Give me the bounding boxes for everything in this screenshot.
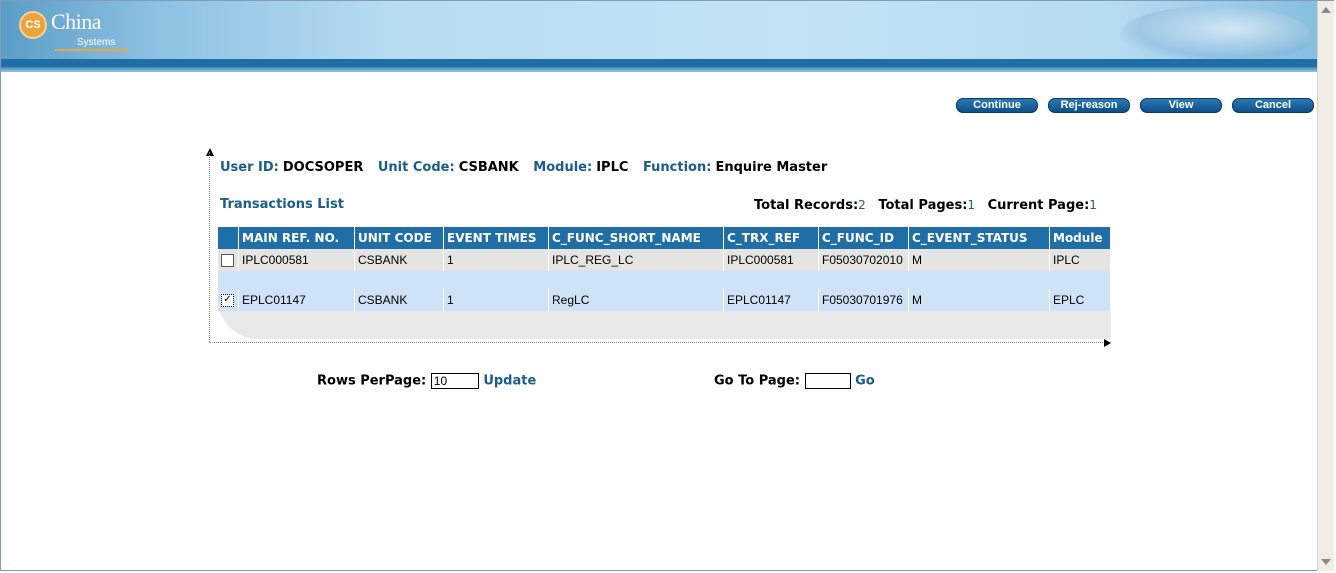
table-cell: IPLC000581 bbox=[238, 249, 355, 271]
row-checkbox[interactable] bbox=[221, 254, 234, 268]
user-id-value: DOCSOPER bbox=[282, 160, 364, 175]
spacer-cell bbox=[218, 271, 1111, 289]
table-row[interactable]: IPLC000581 CSBANK 1 IPLC_REG_LC IPLC0005… bbox=[218, 249, 1111, 271]
current-page-value: 1 bbox=[1089, 198, 1097, 212]
logo-sub: Systems bbox=[77, 37, 116, 48]
scroll-up-icon[interactable] bbox=[1321, 7, 1331, 13]
logo-name: China bbox=[51, 9, 102, 34]
total-pages-value: 1 bbox=[967, 198, 976, 212]
table-cell: M bbox=[908, 289, 1050, 311]
table-cell: IPLC bbox=[1049, 249, 1111, 271]
user-id-label: User ID: bbox=[220, 160, 279, 175]
column-header[interactable]: C_EVENT_STATUS bbox=[908, 227, 1050, 249]
logo-underline bbox=[55, 49, 129, 51]
column-header[interactable]: EVENT TIMES bbox=[443, 227, 549, 249]
go-to-page-label: Go To Page: bbox=[714, 373, 800, 389]
rows-per-page-label: Rows PerPage: bbox=[317, 373, 427, 389]
table-cell: EPLC bbox=[1049, 289, 1111, 311]
go-to-page-input[interactable] bbox=[804, 373, 851, 389]
rows-per-page-input[interactable] bbox=[430, 373, 479, 389]
transactions-list-title: Transactions List bbox=[220, 197, 344, 212]
table-cell: EPLC01147 bbox=[723, 289, 819, 311]
dotted-frame-bottom bbox=[209, 342, 1109, 343]
table-cell: F05030701976 bbox=[818, 289, 909, 311]
table-cell: RegLC bbox=[548, 289, 724, 311]
module-value: IPLC bbox=[596, 160, 629, 175]
row-checkbox-cell: ✓ bbox=[218, 289, 239, 311]
rows-per-page: Rows PerPage: Update bbox=[317, 373, 536, 389]
table-row[interactable]: ✓ EPLC01147 CSBANK 1 RegLC EPLC01147 F05… bbox=[218, 289, 1111, 311]
column-header[interactable]: Module bbox=[1049, 227, 1111, 249]
table-cell: F05030702010 bbox=[818, 249, 909, 271]
table-header-row: MAIN REF. NO. UNIT CODE EVENT TIMES C_FU… bbox=[218, 227, 1111, 249]
csi-watermark-icon bbox=[1120, 6, 1310, 62]
table-cell: IPLC000581 bbox=[723, 249, 819, 271]
view-button[interactable]: View bbox=[1140, 98, 1222, 113]
function-value: Enquire Master bbox=[715, 160, 828, 175]
table-spacer-row bbox=[218, 271, 1111, 289]
column-header[interactable]: C_FUNC_ID bbox=[818, 227, 909, 249]
table-cell: 1 bbox=[443, 289, 549, 311]
row-checkbox-cell bbox=[218, 249, 239, 271]
select-column-header bbox=[218, 227, 239, 249]
header-stripe-fade bbox=[1, 67, 1317, 72]
cancel-button[interactable]: Cancel bbox=[1232, 98, 1314, 113]
table-cell: M bbox=[908, 249, 1050, 271]
transactions-table: MAIN REF. NO. UNIT CODE EVENT TIMES C_FU… bbox=[218, 227, 1111, 311]
context-info: User ID: DOCSOPER Unit Code: CSBANK Module… bbox=[220, 160, 837, 175]
go-link[interactable]: Go bbox=[855, 374, 875, 389]
unit-code-value: CSBANK bbox=[458, 160, 519, 175]
current-page-label: Current Page: bbox=[987, 198, 1090, 213]
module-label: Module: bbox=[533, 160, 593, 175]
column-header[interactable]: MAIN REF. NO. bbox=[238, 227, 355, 249]
total-records-label: Total Records: bbox=[754, 198, 859, 213]
list-totals: Total Records:2 Total Pages:1 Current Pa… bbox=[754, 198, 1105, 213]
axis-right-arrow-icon bbox=[1104, 339, 1111, 347]
vertical-scrollbar[interactable] bbox=[1317, 1, 1334, 571]
total-pages-label: Total Pages: bbox=[878, 198, 968, 213]
cs-badge-icon: CS bbox=[19, 11, 47, 39]
go-to-page: Go To Page: Go bbox=[714, 373, 875, 389]
table-cell: IPLC_REG_LC bbox=[548, 249, 724, 271]
total-records-value: 2 bbox=[858, 198, 866, 212]
header-stripe bbox=[1, 59, 1317, 67]
table-cell: CSBANK bbox=[354, 249, 444, 271]
rej-reason-button[interactable]: Rej-reason bbox=[1048, 98, 1130, 113]
dotted-frame-left bbox=[209, 152, 210, 342]
transactions-table-area: MAIN REF. NO. UNIT CODE EVENT TIMES C_FU… bbox=[218, 227, 1111, 339]
column-header[interactable]: UNIT CODE bbox=[354, 227, 444, 249]
table-cell: EPLC01147 bbox=[238, 289, 355, 311]
row-checkbox-checked[interactable]: ✓ bbox=[221, 294, 234, 308]
table-cell: CSBANK bbox=[354, 289, 444, 311]
table-cell: 1 bbox=[443, 249, 549, 271]
update-link[interactable]: Update bbox=[483, 374, 536, 389]
function-label: Function: bbox=[642, 160, 712, 175]
axis-up-arrow-icon bbox=[206, 148, 214, 156]
column-header[interactable]: C_TRX_REF bbox=[723, 227, 819, 249]
column-header[interactable]: C_FUNC_SHORT_NAME bbox=[548, 227, 724, 249]
continue-button[interactable]: Continue bbox=[956, 98, 1038, 113]
unit-code-label: Unit Code: bbox=[377, 160, 455, 175]
scroll-down-icon[interactable] bbox=[1321, 559, 1331, 565]
